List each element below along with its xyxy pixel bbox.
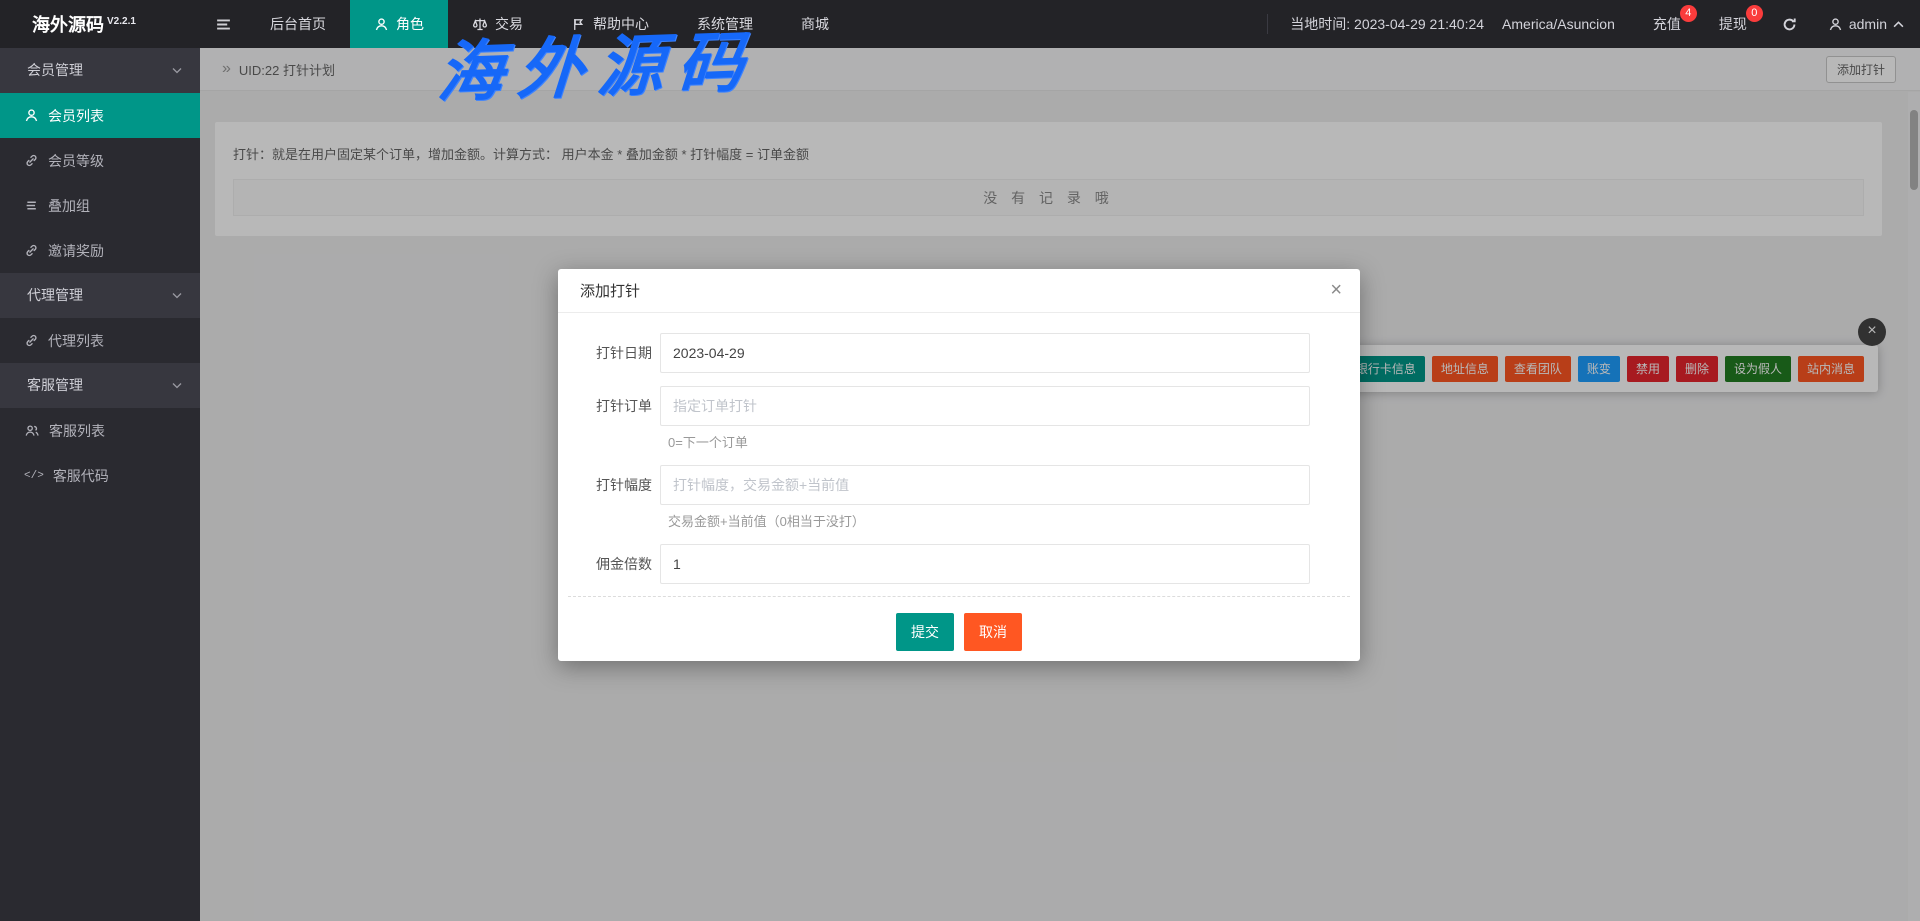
close-icon[interactable]: ×	[1330, 279, 1342, 302]
sidebar-item-support-list[interactable]: 客服列表	[0, 408, 200, 453]
recharge-badge: 4	[1680, 5, 1697, 22]
chevron-down-icon	[172, 382, 182, 389]
recharge-link[interactable]: 充值 4	[1653, 14, 1681, 34]
injection-date-input[interactable]	[660, 333, 1310, 373]
withdraw-badge: 0	[1746, 5, 1763, 22]
refresh-icon	[1781, 16, 1798, 33]
commission-multiplier-input[interactable]	[660, 544, 1310, 584]
sidebar-item-support-code[interactable]: </> 客服代码	[0, 453, 200, 498]
nav-item-label: 商城	[801, 14, 829, 34]
user-name: admin	[1849, 16, 1887, 32]
injection-order-input[interactable]	[660, 386, 1310, 426]
sidebar-item-label: 叠加组	[48, 196, 90, 216]
scales-icon	[472, 16, 488, 32]
nav-item-mall[interactable]: 商城	[777, 0, 853, 48]
sidebar-group-agents[interactable]: 代理管理	[0, 273, 200, 318]
chevron-up-icon	[1893, 21, 1904, 28]
nav-item-label: 交易	[495, 14, 523, 34]
menu-toggle-button[interactable]	[200, 16, 246, 33]
nav-item-dashboard[interactable]: 后台首页	[246, 0, 350, 48]
sidebar-item-label: 会员列表	[48, 106, 104, 126]
chevron-down-icon	[172, 292, 182, 299]
dashed-divider	[568, 596, 1350, 597]
sidebar-item-invite-reward[interactable]: 邀请奖励	[0, 228, 200, 273]
top-navbar: 海外源码V2.2.1 后台首页 角色 交易 帮助中心	[0, 0, 1920, 48]
nav-item-label: 系统管理	[697, 14, 753, 34]
people-icon	[24, 423, 40, 438]
timezone: America/Asuncion	[1502, 16, 1615, 32]
sidebar-item-label: 客服列表	[49, 421, 105, 441]
person-icon	[374, 17, 389, 32]
field-label-commission: 佣金倍数	[558, 544, 660, 584]
modal-footer: 提交 取消	[558, 613, 1360, 651]
modal-title: 添加打针	[580, 280, 640, 301]
sidebar-group-label: 会员管理	[27, 62, 83, 78]
user-icon	[1828, 17, 1843, 32]
add-injection-modal: 添加打针 × 打针日期 打针订单 0=下一个订单 打针幅度 交易金额+当前值（0…	[558, 269, 1360, 661]
recharge-label: 充值	[1653, 16, 1681, 32]
sidebar-item-member-list[interactable]: 会员列表	[0, 93, 200, 138]
nav-item-label: 角色	[396, 14, 424, 34]
submit-button[interactable]: 提交	[896, 613, 954, 651]
app-version: V2.2.1	[107, 16, 136, 27]
sidebar-item-agent-list[interactable]: 代理列表	[0, 318, 200, 363]
withdraw-link[interactable]: 提现 0	[1719, 14, 1747, 34]
sidebar-item-label: 客服代码	[53, 466, 109, 486]
range-help-text: 交易金额+当前值（0相当于没打）	[668, 511, 1360, 528]
sidebar-item-label: 会员等级	[48, 151, 104, 171]
hamburger-icon	[215, 16, 232, 33]
sidebar-item-member-level[interactable]: 会员等级	[0, 138, 200, 183]
link-icon	[24, 333, 39, 348]
sidebar-group-label: 客服管理	[27, 377, 83, 393]
sidebar-item-label: 代理列表	[48, 331, 104, 351]
app-title: 海外源码	[32, 15, 104, 35]
field-label-range: 打针幅度	[558, 465, 660, 505]
flag-icon	[571, 17, 586, 32]
link-icon	[24, 153, 39, 168]
list-icon	[24, 198, 39, 213]
local-time: 当地时间: 2023-04-29 21:40:24	[1267, 14, 1484, 34]
app-logo: 海外源码V2.2.1	[0, 11, 200, 37]
main-menu: 后台首页 角色 交易 帮助中心 系统管理 商城	[246, 0, 853, 48]
nav-item-label: 后台首页	[270, 14, 326, 34]
nav-item-roles[interactable]: 角色	[350, 0, 448, 48]
user-menu[interactable]: admin	[1828, 16, 1904, 32]
sidebar-group-label: 代理管理	[27, 287, 83, 303]
sidebar: 会员管理 会员列表 会员等级 叠加组 邀请奖励 代理管理	[0, 48, 200, 921]
person-icon	[24, 108, 39, 123]
sidebar-group-support[interactable]: 客服管理	[0, 363, 200, 408]
link-icon	[24, 243, 39, 258]
refresh-button[interactable]	[1781, 16, 1798, 33]
sidebar-group-members[interactable]: 会员管理	[0, 48, 200, 93]
nav-item-system[interactable]: 系统管理	[673, 0, 777, 48]
sidebar-item-label: 邀请奖励	[48, 241, 104, 261]
cancel-button[interactable]: 取消	[964, 613, 1022, 651]
modal-body: 打针日期 打针订单 0=下一个订单 打针幅度 交易金额+当前值（0相当于没打） …	[558, 313, 1360, 651]
modal-header: 添加打针 ×	[558, 269, 1360, 313]
code-icon: </>	[24, 470, 44, 482]
nav-item-trade[interactable]: 交易	[448, 0, 547, 48]
nav-item-help-center[interactable]: 帮助中心	[547, 0, 673, 48]
navbar-right: 当地时间: 2023-04-29 21:40:24 America/Asunci…	[1267, 0, 1920, 48]
injection-range-input[interactable]	[660, 465, 1310, 505]
order-help-text: 0=下一个订单	[668, 432, 1360, 449]
sidebar-item-stack-group[interactable]: 叠加组	[0, 183, 200, 228]
field-label-order: 打针订单	[558, 386, 660, 426]
field-label-date: 打针日期	[558, 333, 660, 373]
nav-item-label: 帮助中心	[593, 14, 649, 34]
withdraw-label: 提现	[1719, 16, 1747, 32]
chevron-down-icon	[172, 67, 182, 74]
